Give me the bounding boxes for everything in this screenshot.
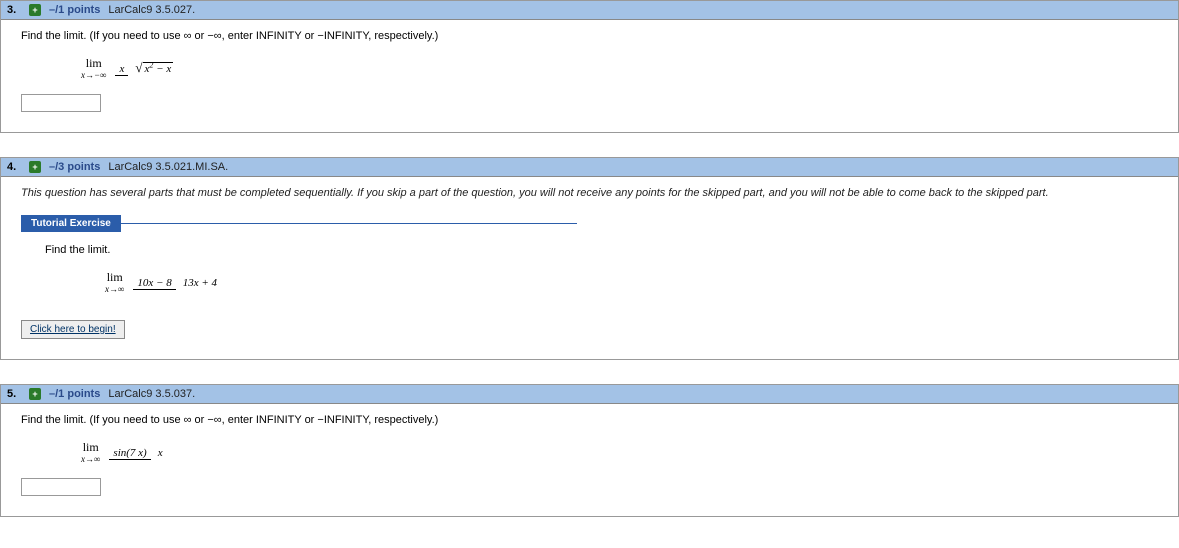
lim-subscript: x→∞	[105, 284, 124, 294]
fraction-numerator: x	[115, 63, 128, 76]
tutorial-content: Find the limit. lim x→∞ 10x − 8 13x + 4	[21, 244, 1158, 294]
question-5: 5. + –/1 points LarCalc9 3.5.037. Find t…	[0, 384, 1179, 517]
question-3: 3. + –/1 points LarCalc9 3.5.027. Find t…	[0, 0, 1179, 133]
instruction-text: Find the limit. (If you need to use ∞ or…	[21, 414, 1158, 426]
source-label: LarCalc9 3.5.037.	[108, 388, 195, 400]
fraction-numerator: 10x − 8	[133, 277, 175, 290]
sqrt-icon: √	[135, 60, 142, 75]
sequential-note: This question has several parts that mus…	[21, 187, 1158, 199]
question-body: Find the limit. (If you need to use ∞ or…	[1, 20, 1178, 132]
lim-subscript: x→−∞	[81, 70, 106, 80]
lim-label: lim	[107, 270, 123, 284]
expand-icon[interactable]: +	[29, 161, 41, 173]
question-4: 4. + –/3 points LarCalc9 3.5.021.MI.SA. …	[0, 157, 1179, 360]
lim-label: lim	[86, 56, 102, 70]
limit-expression: lim x→−∞ x √x2 − x	[21, 56, 1158, 80]
divider	[117, 223, 577, 224]
fraction-numerator: sin(7 x)	[109, 447, 150, 460]
fraction-denominator: √x2 − x	[131, 63, 177, 75]
fraction-denominator: x	[154, 447, 167, 459]
question-number: 3.	[7, 4, 21, 16]
limit-expression: lim x→∞ 10x − 8 13x + 4	[45, 270, 1158, 294]
tutorial-label: Tutorial Exercise	[21, 215, 121, 232]
tutorial-header: Tutorial Exercise	[21, 215, 1158, 232]
question-number: 4.	[7, 161, 21, 173]
question-body: Find the limit. (If you need to use ∞ or…	[1, 404, 1178, 516]
question-header: 3. + –/1 points LarCalc9 3.5.027.	[1, 1, 1178, 20]
source-label: LarCalc9 3.5.027.	[108, 4, 195, 16]
question-body: This question has several parts that mus…	[1, 177, 1178, 359]
answer-input[interactable]	[21, 478, 101, 496]
points-label: –/1 points	[49, 4, 100, 16]
lim-subscript: x→∞	[81, 454, 100, 464]
begin-button[interactable]: Click here to begin!	[21, 320, 125, 339]
expand-icon[interactable]: +	[29, 388, 41, 400]
lim-label: lim	[83, 440, 99, 454]
limit-expression: lim x→∞ sin(7 x) x	[21, 440, 1158, 464]
points-label: –/3 points	[49, 161, 100, 173]
expand-icon[interactable]: +	[29, 4, 41, 16]
question-number: 5.	[7, 388, 21, 400]
points-label: –/1 points	[49, 388, 100, 400]
instruction-text: Find the limit.	[45, 244, 1158, 256]
source-label: LarCalc9 3.5.021.MI.SA.	[108, 161, 228, 173]
instruction-text: Find the limit. (If you need to use ∞ or…	[21, 30, 1158, 42]
question-header: 4. + –/3 points LarCalc9 3.5.021.MI.SA.	[1, 158, 1178, 177]
fraction-denominator: 13x + 4	[179, 277, 221, 289]
question-header: 5. + –/1 points LarCalc9 3.5.037.	[1, 385, 1178, 404]
answer-input[interactable]	[21, 94, 101, 112]
